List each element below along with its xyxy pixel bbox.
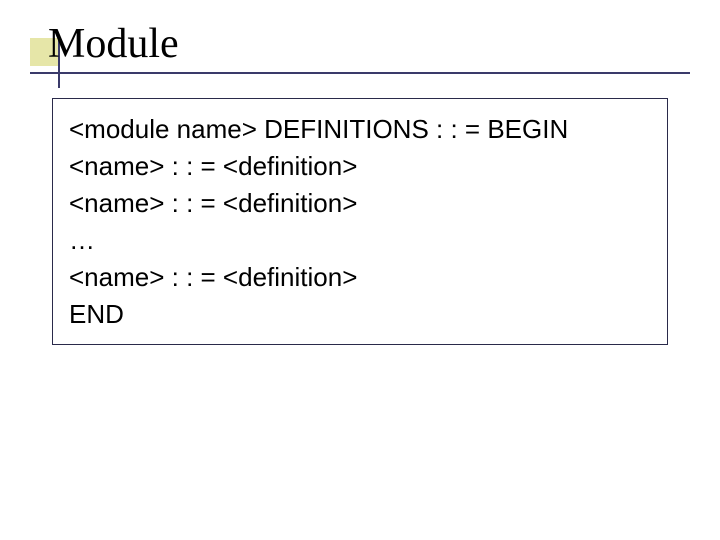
title-rule-horizontal (30, 72, 690, 74)
definition-box: <module name> DEFINITIONS : : = BEGIN <n… (52, 98, 668, 345)
page-title: Module (48, 20, 179, 68)
title-wrap: Module (48, 20, 179, 68)
code-line: <name> : : = <definition> (69, 259, 651, 296)
code-line: END (69, 296, 651, 333)
code-line: <name> : : = <definition> (69, 185, 651, 222)
code-line: <module name> DEFINITIONS : : = BEGIN (69, 111, 651, 148)
code-line: <name> : : = <definition> (69, 148, 651, 185)
code-line: … (69, 222, 651, 259)
